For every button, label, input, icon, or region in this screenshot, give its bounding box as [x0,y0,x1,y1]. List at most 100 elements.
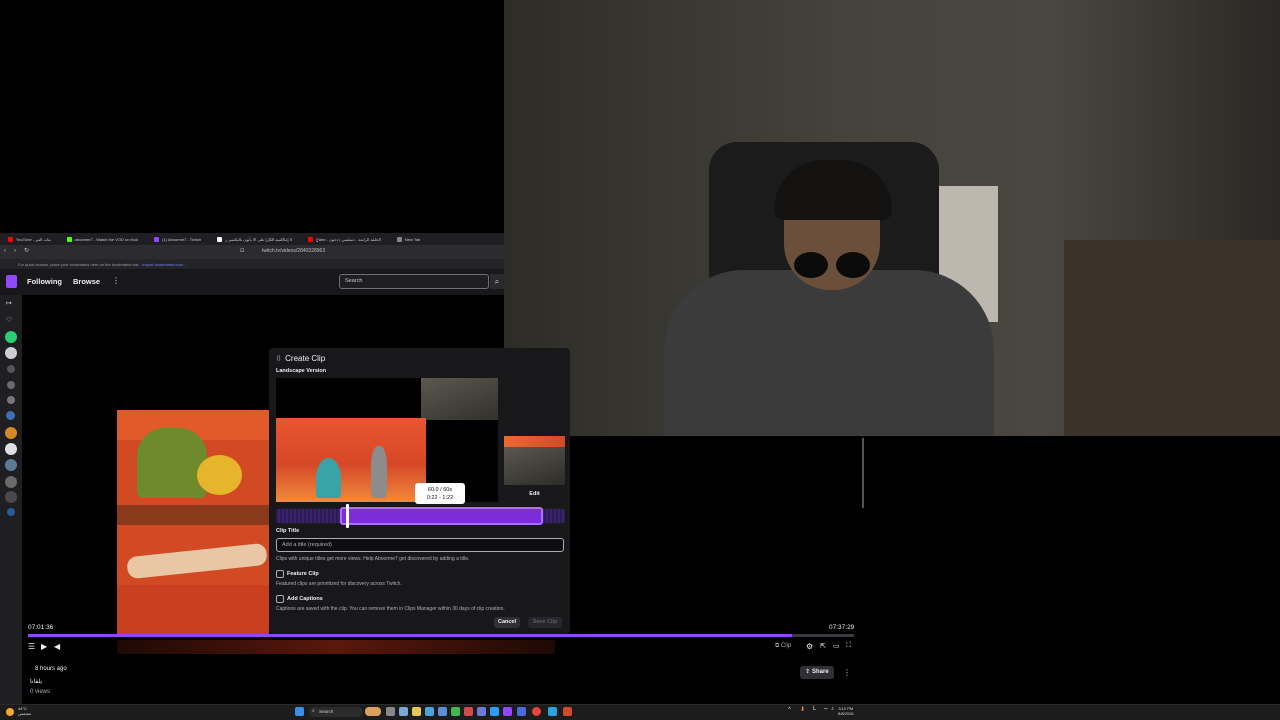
weather-sun-icon[interactable] [6,708,14,716]
app-icon[interactable] [464,707,473,716]
scrollbar[interactable] [862,438,864,508]
app-icon[interactable] [517,707,526,716]
clip-length-tooltip: 60.0 / 60s 0:22 - 1:22 [415,483,465,504]
browser-tab[interactable]: ٍٍٍFahe - الحلقة الرابعة - دسلسي | دحون [300,233,388,245]
taskbar-search[interactable]: ⌕ Search [309,707,363,717]
twitch-logo-icon[interactable] [6,275,17,288]
import-bookmarks-link[interactable]: Import bookmarks now... [142,262,186,267]
video-frame[interactable] [117,410,269,636]
clip-title-label: Clip Title [276,528,300,534]
file-explorer-icon[interactable] [412,707,421,716]
feature-clip-label[interactable]: Feature Clip [287,571,319,577]
site-info-icon[interactable]: ⊡ [240,248,244,254]
task-view-icon[interactable] [386,707,395,716]
clip-range: 0:22 - 1:22 [426,495,454,501]
app-icon[interactable] [490,707,499,716]
volume-icon[interactable]: ♪ [831,706,834,712]
save-clip-button[interactable]: Save Clip [528,617,562,628]
channel-avatar[interactable] [5,491,17,503]
app-icon[interactable] [503,707,512,716]
new-tab-icon [396,236,402,242]
clip-preview-webcam [421,378,498,420]
browser-tab[interactable]: YouTube - بثاث النتر [0,233,59,245]
browser-tab[interactable]: aboorme7 - Watch the VOD on Kick [59,233,146,245]
scene-plant [137,428,207,498]
chapters-icon[interactable]: ☰ [28,642,35,651]
forward-arrow-icon[interactable]: › [14,248,16,254]
popout-icon[interactable]: ⇱ [820,642,826,650]
taskbar-clock[interactable]: 3:12 PM 8/8/2026 [838,706,854,716]
channel-avatar[interactable] [5,443,17,455]
cancel-button[interactable]: Cancel [494,617,520,628]
settings-gear-icon[interactable]: ⚙ [806,642,813,651]
app-icon[interactable] [451,707,460,716]
channel-avatar[interactable] [5,476,17,488]
playhead-handle[interactable] [346,504,349,528]
video-views: 0 views [30,689,51,695]
channel-avatar[interactable] [7,396,15,404]
channel-avatar[interactable] [5,459,17,471]
drag-handle-icon[interactable]: ⠿ [276,355,281,363]
scene-shelf [117,505,269,525]
weather-widget[interactable]: 44°C مشمس [18,706,31,716]
fullscreen-icon[interactable]: ⛶ [846,642,851,650]
tray-app-icon[interactable]: ⬇ [800,706,805,713]
nav-browse[interactable]: Browse [73,277,100,286]
video-bottom-strip [117,640,555,654]
search-input[interactable]: Search [339,274,489,289]
telegram-icon[interactable] [548,707,557,716]
more-options-icon[interactable]: ⋮ [843,668,851,677]
clip-modal-subtitle: Landscape Version [276,368,327,374]
webcam-person-body [664,270,994,436]
channel-avatar[interactable] [5,331,17,343]
app-icon[interactable] [563,707,572,716]
more-menu-icon[interactable]: ⋮ [112,276,120,285]
reload-icon[interactable]: ↻ [24,247,29,254]
browser-tab[interactable]: مااكتبيه الكل] على الا يأبون بالتكسير ر]… [209,233,300,245]
browser-tab[interactable]: (1) Aboorme7 - Twitch [146,233,209,245]
heart-icon[interactable]: ♡ [6,316,12,324]
back-arrow-icon[interactable]: ‹ [4,248,6,254]
expand-sidebar-icon[interactable]: ↦ [6,299,12,307]
seek-bar-progress [28,634,793,637]
scene-sunflowers [197,455,242,495]
app-icon[interactable] [477,707,486,716]
channel-avatar[interactable] [7,508,15,516]
theatre-mode-icon[interactable]: ▭ [833,642,840,650]
windows-start-icon[interactable] [295,707,304,716]
feature-clip-checkbox[interactable] [276,570,284,578]
scene-character [316,458,341,498]
portrait-thumbnail[interactable] [504,447,565,485]
channel-avatar[interactable] [5,427,17,439]
tray-chevron-icon[interactable]: ^ [788,707,791,713]
clip-selection-range[interactable] [340,507,543,525]
clip-button[interactable]: ⧉ Clip [775,643,791,650]
app-icon[interactable] [425,707,434,716]
tray-app-icon[interactable]: L [813,706,816,712]
layout-thumbnail[interactable] [504,436,565,447]
browser-tab[interactable]: New Tab [389,233,429,245]
windows-taskbar [0,704,1280,720]
twitch-icon [154,236,160,242]
volume-icon[interactable]: ◀ [54,642,60,651]
play-icon[interactable]: ▶ [41,642,47,651]
edit-button[interactable]: Edit [504,488,565,500]
channel-avatar[interactable] [5,347,17,359]
app-icon[interactable] [438,707,447,716]
x-icon [217,236,223,242]
clip-title-input[interactable]: Add a title (required) [276,538,564,552]
address-bar[interactable]: ‹ › ↻ ⊡ [0,245,504,259]
search-icon[interactable]: ⌕ [490,274,504,289]
add-captions-label[interactable]: Add Captions [287,596,323,602]
app-icon[interactable] [399,707,408,716]
url-text[interactable]: twitch.tv/videos/2840328963 [262,248,325,254]
channel-avatar[interactable] [7,381,15,389]
network-icon[interactable]: ⌔ [823,706,829,714]
share-button[interactable]: ⇪ Share [800,666,834,679]
widgets-icon[interactable] [365,707,381,716]
channel-avatar[interactable] [7,365,15,373]
chrome-icon[interactable] [532,707,541,716]
channel-avatar[interactable] [6,411,15,420]
add-captions-checkbox[interactable] [276,595,284,603]
nav-following[interactable]: Following [27,277,62,286]
